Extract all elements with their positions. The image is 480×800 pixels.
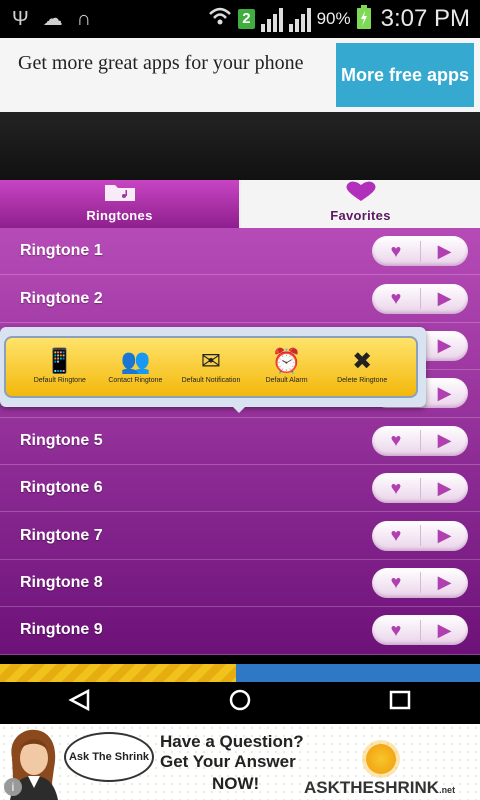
- battery-icon: [356, 4, 371, 34]
- ringtone-row[interactable]: Ringtone 1 ♥ ▶: [0, 228, 480, 276]
- favorite-play-toggle[interactable]: ♥▶: [372, 567, 468, 598]
- play-icon[interactable]: ▶: [420, 525, 468, 547]
- bottom-strip: [0, 664, 480, 682]
- tab-ringtones[interactable]: Ringtones: [0, 180, 241, 228]
- ringtone-label: Ringtone 7: [20, 526, 103, 544]
- ringtone-label: Ringtone 5: [20, 431, 103, 449]
- heart-icon: [344, 180, 378, 206]
- play-icon[interactable]: ▶: [420, 335, 468, 357]
- recents-icon[interactable]: [370, 689, 430, 717]
- popup-item-label: Default Ringtone: [33, 377, 86, 384]
- heart-icon[interactable]: ♥: [372, 478, 420, 499]
- tab-favorites[interactable]: Favorites: [241, 180, 480, 228]
- favorite-play-toggle[interactable]: ♥▶: [372, 615, 468, 646]
- ringtone-row[interactable]: Ringtone 6 ♥ ▶: [0, 464, 480, 513]
- tab-ringtones-label: Ringtones: [86, 208, 153, 223]
- ringtone-row[interactable]: Ringtone 9 ♥ ▶: [0, 607, 480, 655]
- favorite-play-toggle[interactable]: ♥▶: [372, 425, 468, 456]
- ringtone-action-popup: 📱 Default Ringtone 👥 Contact Ringtone ✉ Defau…: [0, 327, 426, 407]
- envelope-icon: ✉: [200, 348, 222, 375]
- ad-now: NOW!: [212, 774, 260, 793]
- ad-banner-bottom[interactable]: Ask The Shrink Have a Question? Get Your…: [0, 724, 480, 800]
- popup-toolbar: 📱 Default Ringtone 👥 Contact Ringtone ✉ Defau…: [4, 336, 418, 398]
- popup-item-envelope[interactable]: ✉ Default Notification: [173, 338, 249, 396]
- popup-pointer: [230, 404, 248, 413]
- sim-badge: 2: [238, 9, 255, 29]
- delete-x-icon: ✖: [352, 348, 373, 375]
- phone-ringing-icon: 📱: [44, 348, 75, 375]
- play-icon[interactable]: ▶: [420, 619, 468, 641]
- contacts-icon: 👥: [120, 348, 151, 375]
- ad-text: Get more great apps for your phone: [18, 52, 304, 74]
- home-icon[interactable]: [210, 687, 270, 719]
- popup-item-alarm-clock[interactable]: ⏰ Default Alarm: [249, 338, 325, 396]
- play-icon[interactable]: ▶: [420, 430, 468, 452]
- wifi-icon: [208, 6, 232, 32]
- status-bar: Ψ ☁ ∩ 2 90% 3:07 PM: [0, 0, 480, 38]
- popup-item-label: Default Notification: [181, 377, 241, 384]
- headphones-icon: ∩: [76, 8, 92, 30]
- tab-favorites-label: Favorites: [330, 208, 391, 223]
- strip-blue: [236, 664, 480, 682]
- heart-icon[interactable]: ♥: [372, 620, 420, 641]
- ringtone-label: Ringtone 8: [20, 573, 103, 591]
- ad-brand: ASKTHESHRINK.net: [304, 778, 455, 798]
- sun-logo-icon: [366, 744, 396, 774]
- favorite-play-toggle[interactable]: ♥▶: [372, 473, 468, 504]
- play-icon[interactable]: ▶: [420, 240, 468, 262]
- popup-item-contacts[interactable]: 👥 Contact Ringtone: [98, 338, 174, 396]
- heart-icon[interactable]: ♥: [372, 572, 420, 593]
- nav-bar: [0, 682, 480, 724]
- play-icon[interactable]: ▶: [420, 572, 468, 594]
- ringtone-row[interactable]: Ringtone 5 ♥ ▶: [0, 417, 480, 465]
- ringtone-label: Ringtone 6: [20, 479, 103, 497]
- ringtone-label: Ringtone 1: [20, 242, 103, 260]
- popup-item-phone-ringing[interactable]: 📱 Default Ringtone: [22, 338, 98, 396]
- ringtone-row[interactable]: Ringtone 7 ♥ ▶: [0, 512, 480, 560]
- favorite-play-toggle[interactable]: ♥▶: [372, 236, 468, 267]
- soundcloud-icon: ☁: [42, 8, 63, 30]
- heart-icon[interactable]: ♥: [372, 241, 420, 262]
- ad-headline: Have a Question? Get Your Answer: [160, 732, 304, 771]
- folder-music-icon: [104, 182, 136, 206]
- header-band: [0, 112, 480, 180]
- strip-yellow: [0, 664, 236, 682]
- ad-info-icon[interactable]: i: [4, 778, 22, 796]
- favorite-play-toggle[interactable]: ♥▶: [372, 520, 468, 551]
- favorite-play-toggle[interactable]: ♥▶: [372, 283, 468, 314]
- popup-item-delete-x[interactable]: ✖ Delete Ringtone: [324, 338, 400, 396]
- speech-bubble: Ask The Shrink: [64, 732, 154, 782]
- play-icon[interactable]: ▶: [420, 382, 468, 404]
- alarm-clock-icon: ⏰: [271, 348, 302, 375]
- play-icon[interactable]: ▶: [420, 477, 468, 499]
- signal-icon-2: [288, 6, 311, 32]
- clock: 3:07 PM: [380, 5, 470, 32]
- ad-brand-suffix: .net: [439, 785, 456, 795]
- ad-brand-name: ASKTHESHRINK: [304, 778, 440, 797]
- heart-icon[interactable]: ♥: [372, 430, 420, 451]
- ringtone-row[interactable]: Ringtone 2 ♥ ▶: [0, 275, 480, 323]
- heart-icon[interactable]: ♥: [372, 525, 420, 546]
- more-free-apps-button[interactable]: More free apps: [336, 43, 474, 107]
- ringtone-label: Ringtone 9: [20, 621, 103, 639]
- popup-item-label: Default Alarm: [265, 377, 308, 384]
- ad-banner-top[interactable]: Get more great apps for your phone More …: [0, 38, 480, 112]
- ringtone-label: Ringtone 2: [20, 289, 103, 307]
- signal-icon: [260, 6, 283, 32]
- ringtone-list: Ringtone 1♥▶Ringtone 2♥▶♥▶♥▶Ringtone 5♥▶…: [0, 228, 480, 664]
- usb-icon: Ψ: [12, 8, 29, 30]
- popup-item-label: Delete Ringtone: [337, 377, 388, 384]
- heart-icon[interactable]: ♥: [372, 288, 420, 309]
- back-icon[interactable]: [50, 688, 110, 717]
- play-icon[interactable]: ▶: [420, 288, 468, 310]
- battery-percent: 90%: [316, 9, 351, 28]
- ringtone-row[interactable]: Ringtone 8 ♥ ▶: [0, 559, 480, 608]
- tab-bar: Ringtones Favorites: [0, 180, 480, 228]
- popup-item-label: Contact Ringtone: [108, 377, 163, 384]
